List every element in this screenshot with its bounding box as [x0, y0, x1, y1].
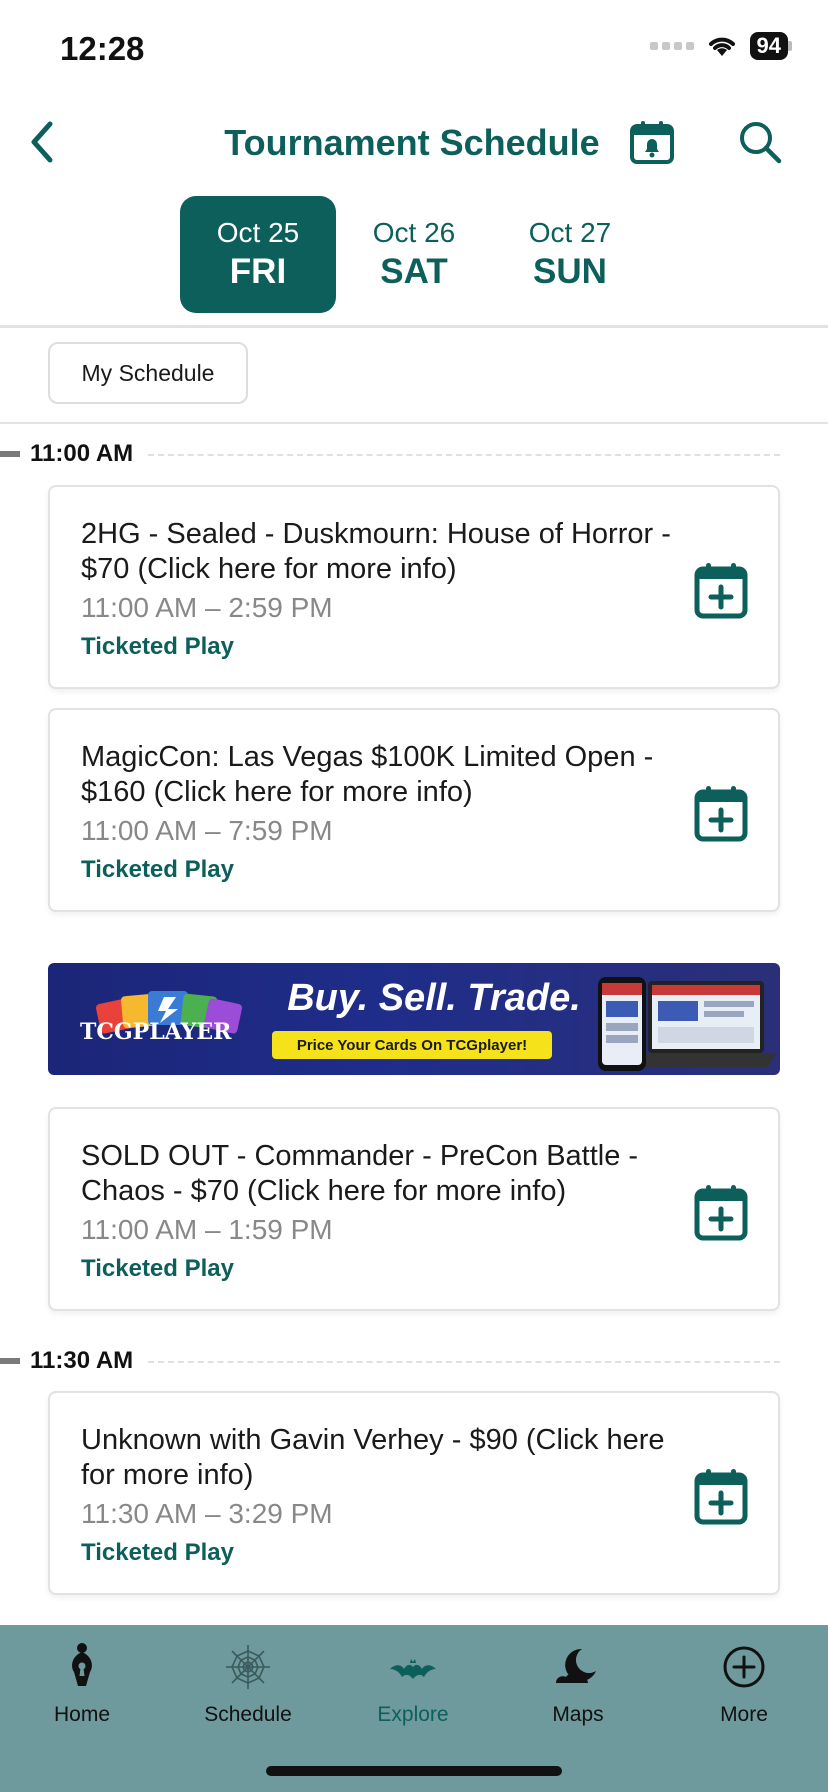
time-marker-tick [0, 1358, 20, 1364]
tab-date: Oct 27 [528, 216, 612, 248]
time-marker: 11:30 AM [0, 1346, 828, 1376]
header: Tournament Schedule [0, 100, 828, 190]
keyhole-door-knocker-icon [72, 1643, 92, 1686]
tab-oct-27[interactable]: Oct 27 SUN [492, 196, 648, 313]
ad-headline: Buy. Sell. Trade. [287, 977, 581, 1019]
event-card[interactable]: Unknown with Gavin Verhey - $90 (Click h… [48, 1391, 780, 1595]
tab-date: Oct 26 [372, 216, 456, 248]
time-marker-line [148, 454, 780, 456]
time-marker: 11:00 AM [0, 439, 828, 469]
tab-weekday: SAT [380, 251, 448, 291]
status-time: 12:28 [60, 30, 145, 67]
tab-label: Schedule [204, 1703, 292, 1726]
bat-icon [390, 1659, 436, 1679]
tab-schedule[interactable]: Schedule [173, 1639, 323, 1749]
event-type: Ticketed Play [81, 633, 234, 660]
tab-label: Home [53, 1703, 111, 1726]
wifi-icon [708, 37, 735, 56]
event-time: 11:00 AM – 7:59 PM [81, 815, 333, 846]
tab-oct-25[interactable]: Oct 25 FRI [180, 196, 336, 313]
event-card[interactable]: MagicCon: Las Vegas $100K Limited Open -… [48, 708, 780, 912]
event-title: SOLD OUT - Commander - PreCon Battle - C… [81, 1140, 639, 1207]
tab-label: Maps [552, 1703, 604, 1726]
time-marker-tick [0, 451, 20, 457]
ad-cta-button[interactable]: Price Your Cards On TCGplayer! [272, 1031, 552, 1059]
battery-nub [788, 41, 792, 51]
add-to-calendar-icon[interactable] [694, 561, 748, 619]
status-indicators: 94 [649, 32, 792, 60]
search-button[interactable] [732, 114, 788, 170]
tab-home[interactable]: Home [7, 1639, 157, 1749]
event-card[interactable]: 2HG - Sealed - Duskmourn: House of Horro… [48, 485, 780, 689]
plus-circle-icon [723, 1646, 765, 1688]
add-to-calendar-icon[interactable] [694, 784, 748, 842]
cellular-signal-icon [649, 42, 694, 50]
tab-label: More [720, 1703, 768, 1726]
calendar-alert-button[interactable] [624, 114, 680, 170]
devices-illustration-icon [598, 977, 776, 1071]
tab-date: Oct 25 [216, 216, 300, 248]
tab-label: Explore [377, 1703, 449, 1726]
event-time: 11:00 AM – 2:59 PM [81, 592, 333, 623]
event-type: Ticketed Play [81, 856, 234, 883]
calendar-bell-icon [630, 121, 674, 164]
search-icon [740, 122, 782, 164]
home-indicator [266, 1766, 562, 1776]
event-type: Ticketed Play [81, 1255, 234, 1282]
date-tabs: Oct 25 FRI Oct 26 SAT Oct 27 SUN [180, 196, 648, 313]
event-time: 11:00 AM – 1:59 PM [81, 1214, 333, 1245]
time-marker-label: 11:30 AM [30, 1347, 134, 1374]
my-schedule-button[interactable]: My Schedule [48, 342, 248, 404]
spiderweb-icon [226, 1645, 270, 1689]
ad-logo-text: TCGPLAYER [80, 1019, 232, 1045]
tab-weekday: SUN [533, 251, 607, 291]
time-marker-line [148, 1361, 780, 1363]
moon-cloud-icon [556, 1648, 596, 1683]
event-card[interactable]: SOLD OUT - Commander - PreCon Battle - C… [48, 1107, 780, 1311]
add-to-calendar-icon[interactable] [694, 1467, 748, 1525]
filter-row: My Schedule [0, 328, 828, 422]
tab-maps[interactable]: Maps [503, 1639, 653, 1749]
divider [0, 422, 828, 424]
tab-weekday: FRI [229, 251, 287, 291]
page-title: Tournament Schedule [224, 122, 600, 163]
tab-oct-26[interactable]: Oct 26 SAT [336, 196, 492, 313]
time-marker-label: 11:00 AM [30, 440, 134, 467]
event-title: Unknown with Gavin Verhey - $90 (Click h… [81, 1424, 665, 1491]
event-time: 11:30 AM – 3:29 PM [81, 1498, 333, 1529]
status-bar: 12:28 94 [0, 0, 828, 100]
event-type: Ticketed Play [81, 1539, 234, 1566]
ad-banner[interactable]: TCGPLAYER Buy. Sell. Trade. Price Your C… [48, 963, 780, 1075]
battery-indicator: 94 [749, 32, 788, 60]
tab-more[interactable]: More [669, 1639, 819, 1749]
add-to-calendar-icon[interactable] [694, 1183, 748, 1241]
tab-explore[interactable]: Explore [338, 1639, 488, 1749]
event-title: 2HG - Sealed - Duskmourn: House of Horro… [81, 518, 671, 585]
event-title: MagicCon: Las Vegas $100K Limited Open -… [81, 741, 654, 808]
